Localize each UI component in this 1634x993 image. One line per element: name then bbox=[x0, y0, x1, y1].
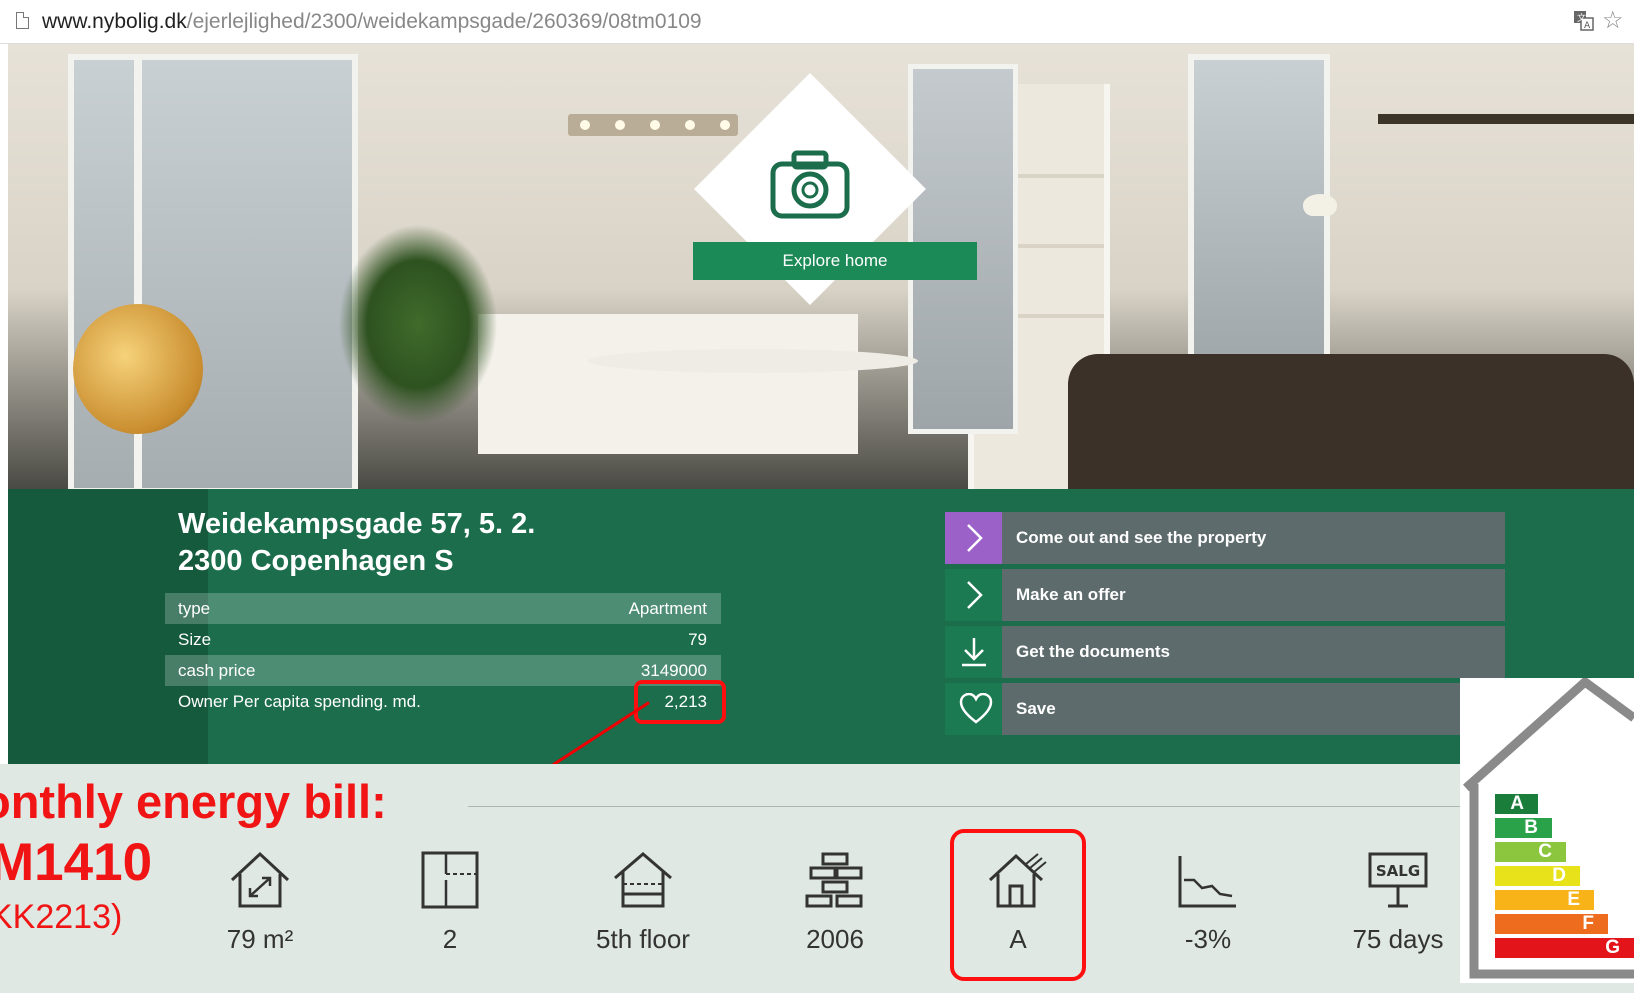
fact-label: Owner Per capita spending. md. bbox=[178, 692, 421, 711]
energy-label-graphic: A B C D E F G bbox=[1460, 678, 1634, 983]
translate-icon[interactable]: 文A bbox=[1573, 10, 1595, 32]
highlight-box-energy bbox=[950, 829, 1086, 981]
energy-class-letter: A bbox=[1510, 793, 1524, 814]
photo-plant bbox=[338, 224, 498, 424]
photo-dining-table bbox=[588, 349, 918, 373]
address-line-1: Weidekampsgade 57, 5. 2. bbox=[178, 508, 536, 540]
action-view-property[interactable]: Come out and see the property bbox=[945, 512, 1505, 564]
stat-value: -3% bbox=[1184, 924, 1232, 954]
energy-class-c: C bbox=[1495, 841, 1566, 862]
address-line-2: 2300 Copenhagen S bbox=[178, 545, 454, 577]
download-icon bbox=[962, 638, 986, 667]
price-drop-graph-icon bbox=[1178, 856, 1236, 908]
energy-class-letter: D bbox=[1552, 865, 1566, 886]
page-icon bbox=[16, 12, 29, 29]
fact-value: Apartment bbox=[628, 599, 707, 618]
stat-price-change: -3% bbox=[1148, 850, 1268, 955]
energy-class-letter: C bbox=[1538, 841, 1552, 862]
stat-value: 2006 bbox=[806, 924, 864, 954]
action-label: Save bbox=[1016, 699, 1056, 718]
explore-home-button[interactable]: Explore home bbox=[693, 242, 977, 280]
for-sale-sign-icon: SALG bbox=[1368, 852, 1428, 908]
house-size-icon bbox=[230, 851, 290, 908]
photo-globe bbox=[73, 304, 203, 434]
energy-class-letter: B bbox=[1524, 817, 1538, 838]
bookmark-star-icon[interactable]: ☆ bbox=[1602, 6, 1624, 35]
fact-value: 79 bbox=[688, 630, 707, 649]
url-path: /ejerlejlighed/2300/weidekampsgade/26036… bbox=[186, 10, 702, 33]
stat-value: 79 m² bbox=[226, 924, 294, 954]
energy-class-letter: E bbox=[1567, 889, 1580, 910]
energy-class-d: D bbox=[1495, 865, 1580, 886]
energy-class-letter: G bbox=[1605, 937, 1620, 958]
bricks-year-icon bbox=[805, 852, 863, 908]
energy-class-e: E bbox=[1495, 889, 1594, 910]
facts-row: type Apartment bbox=[165, 593, 721, 624]
energy-class-a: A bbox=[1495, 793, 1538, 814]
fact-label: cash price bbox=[178, 661, 256, 680]
chevron-right-icon bbox=[967, 581, 983, 609]
stat-days-on-market: SALG 75 days bbox=[1338, 850, 1458, 955]
action-label: Get the documents bbox=[1016, 642, 1170, 661]
action-label: Come out and see the property bbox=[1016, 528, 1267, 547]
url-field[interactable]: www.nybolig.dk/ejerlejlighed/2300/weidek… bbox=[42, 10, 702, 34]
fact-label: Size bbox=[178, 630, 212, 649]
stat-size: 79 m² bbox=[200, 850, 320, 955]
stat-rooms: 2 bbox=[390, 850, 510, 955]
action-list: Come out and see the property Make an of… bbox=[945, 512, 1505, 740]
action-make-offer[interactable]: Make an offer bbox=[945, 569, 1505, 621]
house-floor-icon bbox=[614, 852, 672, 908]
annotation-energy-bill-value: M1410 bbox=[0, 833, 153, 892]
action-get-documents[interactable]: Get the documents bbox=[945, 626, 1505, 678]
energy-class-f: F bbox=[1495, 913, 1608, 934]
annotation-energy-bill-label: onthly energy bill: bbox=[0, 775, 387, 828]
photo-ceiling-lamp bbox=[568, 114, 738, 136]
photo-wall-shelf bbox=[1378, 114, 1634, 124]
fact-value: 3149000 bbox=[640, 661, 707, 680]
photo-sideboard bbox=[478, 314, 858, 454]
energy-class-g: G bbox=[1495, 937, 1634, 958]
action-label: Make an offer bbox=[1016, 585, 1126, 604]
stats-divider bbox=[468, 806, 1468, 807]
photo-sofa bbox=[1068, 354, 1634, 489]
facts-row: Size 79 bbox=[165, 624, 721, 655]
stat-value: 2 bbox=[442, 924, 458, 954]
heart-icon bbox=[959, 693, 993, 724]
action-save[interactable]: Save bbox=[945, 683, 1505, 735]
energy-class-letter: F bbox=[1582, 913, 1594, 934]
floorplan-rooms-icon bbox=[421, 851, 479, 909]
fact-label: type bbox=[178, 599, 211, 618]
camera-icon[interactable] bbox=[770, 150, 850, 220]
stat-value: 75 days bbox=[1352, 924, 1444, 954]
photo-floor-lamp bbox=[1303, 194, 1337, 216]
chevron-right-icon bbox=[967, 524, 983, 552]
url-host: www.nybolig.dk bbox=[42, 10, 187, 33]
browser-address-bar: www.nybolig.dk/ejerlejlighed/2300/weidek… bbox=[0, 0, 1634, 44]
stat-floor: 5th floor bbox=[583, 850, 703, 955]
svg-text:A: A bbox=[1584, 21, 1591, 31]
stat-value: 5th floor bbox=[596, 924, 690, 954]
stat-year: 2006 bbox=[775, 850, 895, 955]
svg-text:SALG: SALG bbox=[1376, 862, 1420, 880]
energy-class-b: B bbox=[1495, 817, 1552, 838]
annotation-energy-bill-note: KK2213) bbox=[0, 898, 123, 936]
